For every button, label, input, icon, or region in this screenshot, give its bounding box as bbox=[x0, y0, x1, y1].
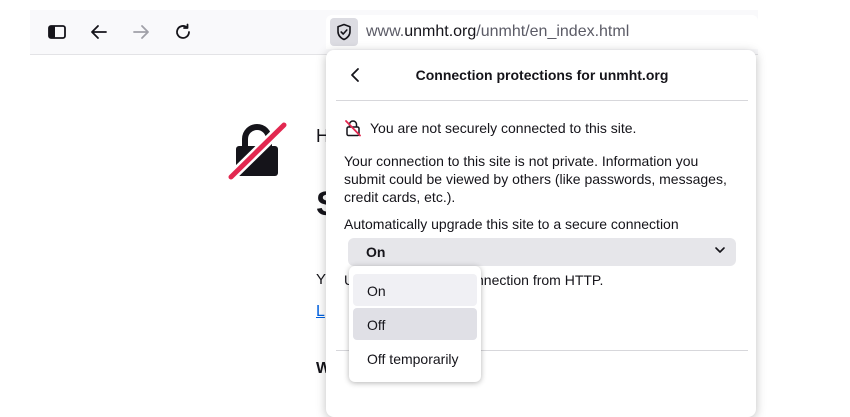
select-value: On bbox=[366, 244, 386, 260]
page-text-fragment: Y bbox=[316, 271, 327, 288]
reload-button[interactable] bbox=[168, 18, 198, 46]
obscured-text-right: nnection from HTTP. bbox=[476, 272, 604, 288]
option-on[interactable]: On bbox=[353, 274, 477, 306]
sidebar-toggle-button[interactable] bbox=[42, 18, 72, 46]
connection-protections-button[interactable] bbox=[330, 18, 358, 46]
https-upgrade-dropdown: On Off Off temporarily bbox=[349, 266, 481, 382]
arrow-right-icon bbox=[133, 25, 149, 39]
chevron-down-icon bbox=[715, 247, 725, 253]
not-secure-row: You are not securely connected to this s… bbox=[344, 118, 636, 138]
panel-header: Connection protections for unmht.org bbox=[336, 50, 748, 101]
url-text[interactable]: www.unmht.org/unmht/en_index.html bbox=[366, 23, 629, 41]
option-off-label: Off bbox=[367, 317, 386, 333]
https-upgrade-select[interactable]: On bbox=[348, 238, 736, 266]
sidebar-icon bbox=[48, 25, 66, 39]
reload-icon bbox=[176, 23, 190, 39]
url-path: /unmht/en_index.html bbox=[476, 23, 630, 40]
shield-icon bbox=[337, 23, 351, 41]
broken-lock-icon bbox=[227, 121, 288, 181]
url-prefix: www. bbox=[366, 23, 405, 40]
navigation-toolbar: www.unmht.org/unmht/en_index.html bbox=[30, 10, 758, 55]
forward-button[interactable] bbox=[126, 18, 156, 46]
https-upgrade-label: Automatically upgrade this site to a sec… bbox=[344, 216, 679, 232]
back-button[interactable] bbox=[84, 18, 114, 46]
not-secure-text: You are not securely connected to this s… bbox=[370, 120, 637, 136]
page-link-fragment[interactable]: L bbox=[316, 303, 325, 321]
option-off-temporarily[interactable]: Off temporarily bbox=[353, 342, 477, 374]
option-on-label: On bbox=[367, 283, 386, 299]
url-domain: unmht.org bbox=[404, 23, 477, 40]
url-bar[interactable]: www.unmht.org/unmht/en_index.html bbox=[326, 15, 758, 49]
insecure-lock-icon bbox=[345, 120, 361, 137]
panel-title: Connection protections for unmht.org bbox=[415, 67, 669, 83]
option-off[interactable]: Off bbox=[353, 308, 477, 340]
connection-description: Your connection to this site is not priv… bbox=[344, 153, 727, 205]
arrow-left-icon bbox=[91, 25, 107, 39]
option-off-temporarily-label: Off temporarily bbox=[367, 351, 459, 367]
